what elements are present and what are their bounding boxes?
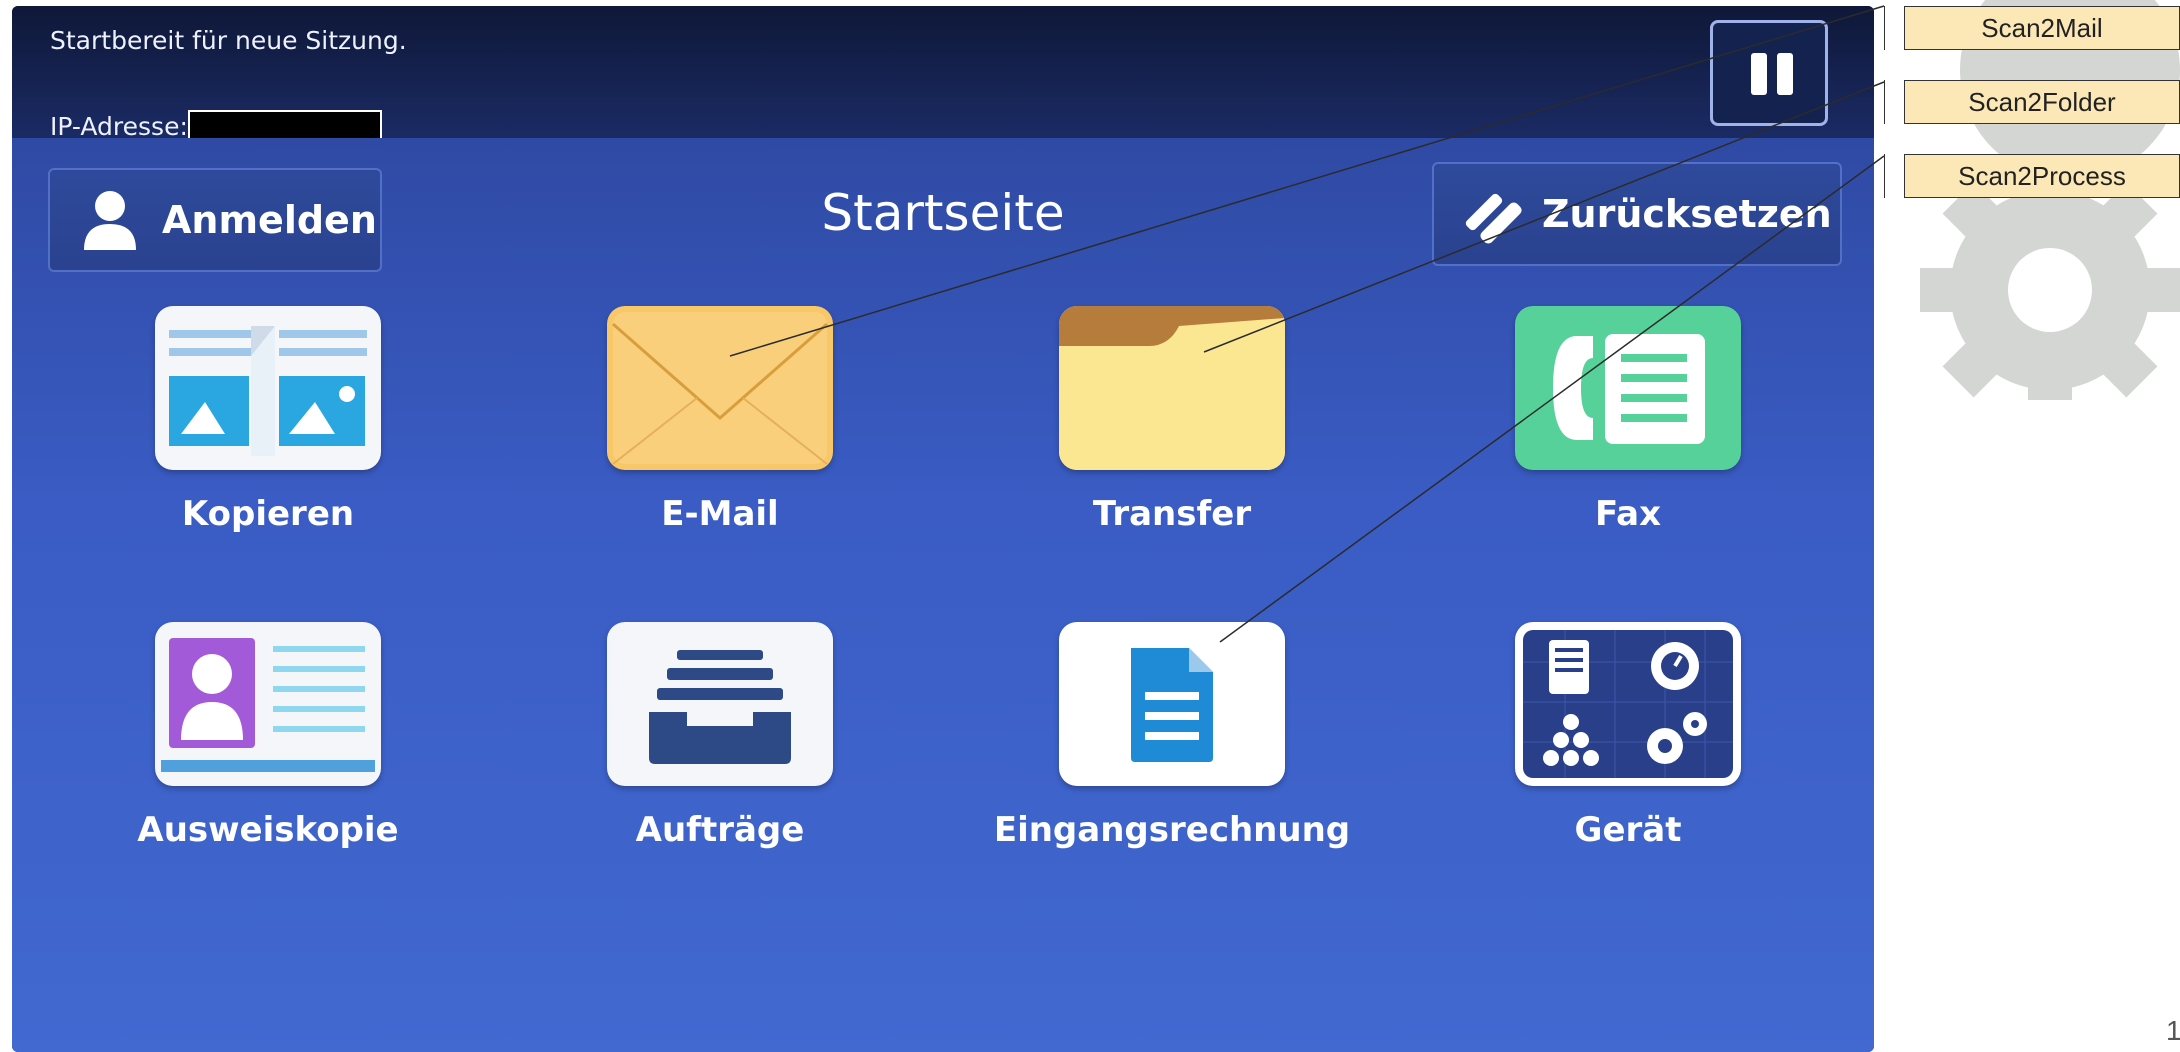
tile-kopieren[interactable]: Kopieren (38, 306, 498, 534)
tile-label: Ausweiskopie (137, 810, 399, 850)
status-text: Startbereit für neue Sitzung. (50, 26, 407, 55)
callout-scan2mail: Scan2Mail (1904, 6, 2180, 50)
device-screen: Startbereit für neue Sitzung. IP-Adresse… (12, 6, 1874, 1052)
callout-bracket (1884, 154, 1899, 198)
reset-icon (1465, 193, 1522, 244)
pause-icon-bar (1777, 53, 1793, 95)
tile-label: Gerät (1574, 810, 1682, 850)
slide-number: 1 (2166, 1015, 2180, 1046)
home-panel: Anmelden Startseite Zurücksetzen Kopiere… (12, 138, 1874, 1052)
ip-address-label: IP-Adresse: (50, 112, 188, 141)
tile-label: Transfer (1092, 494, 1252, 534)
pause-button[interactable] (1710, 20, 1828, 126)
copy-icon (155, 306, 381, 470)
callout-scan2folder: Scan2Folder (1904, 80, 2180, 124)
job-tray-icon (607, 622, 833, 786)
status-bar: Startbereit für neue Sitzung. IP-Adresse… (12, 6, 1874, 146)
pause-icon (1751, 53, 1767, 95)
tile-label: Aufträge (635, 810, 805, 850)
tile-eingangsrechnung[interactable]: Eingangsrechnung (942, 622, 1402, 850)
email-envelope-icon (607, 306, 833, 470)
reset-button[interactable]: Zurücksetzen (1432, 162, 1842, 266)
gear-decoration-icon (1920, 0, 2180, 400)
device-settings-icon (1515, 622, 1741, 786)
tile-ausweiskopie[interactable]: Ausweiskopie (38, 622, 498, 850)
fax-icon (1515, 306, 1741, 470)
tile-fax[interactable]: Fax (1398, 306, 1858, 534)
callout-bracket (1884, 6, 1899, 50)
tile-auftraege[interactable]: Aufträge (490, 622, 950, 850)
tile-email[interactable]: E-Mail (490, 306, 950, 534)
callout-bracket (1884, 80, 1899, 124)
callout-scan2process: Scan2Process (1904, 154, 2180, 198)
reset-label: Zurücksetzen (1542, 192, 1832, 236)
tile-label: Fax (1594, 494, 1662, 534)
folder-icon (1059, 306, 1285, 470)
document-icon (1059, 622, 1285, 786)
tile-transfer[interactable]: Transfer (942, 306, 1402, 534)
tile-label: E-Mail (661, 494, 779, 534)
tile-label: Kopieren (181, 494, 355, 534)
tile-geraet[interactable]: Gerät (1398, 622, 1858, 850)
id-card-icon (155, 622, 381, 786)
tile-label: Eingangsrechnung (993, 810, 1351, 850)
